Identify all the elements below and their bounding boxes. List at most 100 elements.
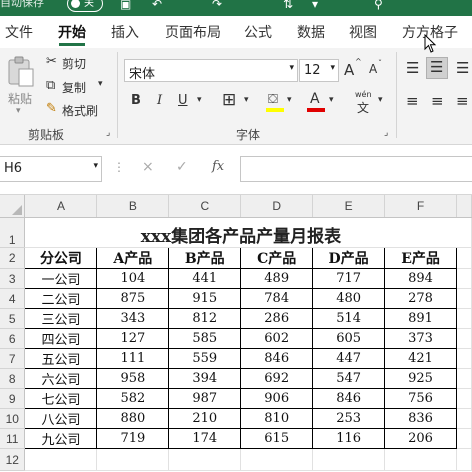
value-cell[interactable]: 489: [240, 268, 314, 289]
company-cell[interactable]: 八公司: [24, 408, 98, 429]
undo-icon[interactable]: ↶: [152, 0, 162, 11]
select-all-corner[interactable]: [0, 195, 26, 218]
cell[interactable]: [456, 268, 472, 289]
cell[interactable]: [456, 308, 472, 329]
shrink-font-button[interactable]: A: [369, 62, 377, 76]
value-cell[interactable]: 447: [312, 348, 386, 369]
row-header[interactable]: 12: [0, 448, 26, 471]
fill-color-dropdown-icon[interactable]: ▾: [287, 95, 292, 105]
row-header[interactable]: 3: [0, 268, 26, 289]
enter-icon[interactable]: ✓: [176, 159, 188, 175]
value-cell[interactable]: 894: [384, 268, 457, 289]
row-header[interactable]: 10: [0, 408, 26, 429]
header-cell[interactable]: A产品: [96, 247, 170, 269]
value-cell[interactable]: 286: [240, 308, 314, 329]
value-cell[interactable]: 846: [312, 388, 386, 409]
bold-button[interactable]: B: [131, 93, 141, 108]
value-cell[interactable]: 987: [168, 388, 242, 409]
copy-button[interactable]: 复制: [62, 79, 86, 96]
value-cell[interactable]: 880: [96, 408, 170, 429]
row-header[interactable]: 4: [0, 288, 26, 309]
cell[interactable]: [96, 448, 170, 471]
autosave-toggle[interactable]: 关: [67, 0, 103, 12]
value-cell[interactable]: 127: [96, 328, 170, 349]
cut-button[interactable]: 剪切: [62, 55, 86, 72]
underline-dropdown-icon[interactable]: ▾: [197, 95, 202, 105]
value-cell[interactable]: 836: [384, 408, 457, 429]
value-cell[interactable]: 547: [312, 368, 386, 389]
header-cell[interactable]: E产品: [384, 247, 457, 269]
value-cell[interactable]: 615: [240, 428, 314, 449]
row-header[interactable]: 1: [0, 217, 26, 248]
company-cell[interactable]: 五公司: [24, 348, 98, 369]
phonetic-guide-button[interactable]: wén: [355, 90, 372, 99]
row-header[interactable]: 9: [0, 388, 26, 409]
align-right-icon[interactable]: ≡: [456, 92, 469, 110]
cell[interactable]: [456, 448, 472, 471]
value-cell[interactable]: 602: [240, 328, 314, 349]
format-painter-button[interactable]: 格式刷: [62, 102, 98, 119]
italic-button[interactable]: I: [157, 93, 162, 108]
column-header-b[interactable]: B: [96, 195, 170, 218]
cell[interactable]: [456, 408, 472, 429]
tab-file[interactable]: 文件: [5, 22, 33, 42]
header-cell[interactable]: B产品: [168, 247, 242, 269]
font-color-dropdown-icon[interactable]: ▾: [329, 95, 334, 105]
align-middle-button[interactable]: ☰: [426, 57, 448, 79]
cell[interactable]: [456, 348, 472, 369]
paste-dropdown-icon[interactable]: ▾: [16, 106, 21, 116]
value-cell[interactable]: 278: [384, 288, 457, 309]
value-cell[interactable]: 480: [312, 288, 386, 309]
cell[interactable]: [456, 328, 472, 349]
column-header-d[interactable]: D: [240, 195, 314, 218]
insert-function-icon[interactable]: fx: [212, 159, 224, 174]
company-cell[interactable]: 七公司: [24, 388, 98, 409]
clipboard-launcher-icon[interactable]: ⌟: [106, 128, 110, 138]
customize-quick-access-icon[interactable]: ▾: [312, 0, 318, 11]
borders-icon[interactable]: ⊞: [222, 90, 236, 110]
cell[interactable]: [456, 428, 472, 449]
column-header-a[interactable]: A: [24, 195, 98, 218]
column-header-f[interactable]: F: [384, 195, 457, 218]
tab-page-layout[interactable]: 页面布局: [165, 22, 221, 42]
column-header-c[interactable]: C: [168, 195, 242, 218]
value-cell[interactable]: 875: [96, 288, 170, 309]
row-header[interactable]: 2: [0, 247, 26, 269]
font-color-icon[interactable]: A: [310, 91, 320, 107]
value-cell[interactable]: 441: [168, 268, 242, 289]
value-cell[interactable]: 582: [96, 388, 170, 409]
search-icon[interactable]: ⚲: [374, 0, 383, 11]
align-bottom-icon[interactable]: ☰: [456, 59, 469, 77]
value-cell[interactable]: 784: [240, 288, 314, 309]
cell[interactable]: [456, 217, 472, 248]
value-cell[interactable]: 421: [384, 348, 457, 369]
value-cell[interactable]: 756: [384, 388, 457, 409]
underline-button[interactable]: U: [178, 93, 188, 108]
name-box[interactable]: H6 ▾: [0, 156, 102, 182]
value-cell[interactable]: 559: [168, 348, 242, 369]
font-name-select[interactable]: 宋体 ▾: [124, 59, 298, 82]
paste-button[interactable]: 粘贴 ▾: [4, 52, 38, 116]
header-cell[interactable]: 分公司: [24, 247, 98, 269]
column-header-e[interactable]: E: [312, 195, 386, 218]
company-cell[interactable]: 一公司: [24, 268, 98, 289]
font-size-select[interactable]: 12 ▾: [299, 59, 339, 82]
phonetic-dropdown-icon[interactable]: ▾: [378, 95, 383, 105]
cell[interactable]: [456, 388, 472, 409]
cell[interactable]: [456, 368, 472, 389]
cell[interactable]: [456, 247, 472, 269]
value-cell[interactable]: 174: [168, 428, 242, 449]
value-cell[interactable]: 585: [168, 328, 242, 349]
value-cell[interactable]: 891: [384, 308, 457, 329]
row-header[interactable]: 8: [0, 368, 26, 389]
company-cell[interactable]: 六公司: [24, 368, 98, 389]
value-cell[interactable]: 373: [384, 328, 457, 349]
cell[interactable]: [456, 288, 472, 309]
value-cell[interactable]: 111: [96, 348, 170, 369]
value-cell[interactable]: 717: [312, 268, 386, 289]
row-header[interactable]: 5: [0, 308, 26, 329]
value-cell[interactable]: 210: [168, 408, 242, 429]
tab-view[interactable]: 视图: [349, 22, 377, 42]
tab-insert[interactable]: 插入: [111, 22, 139, 42]
value-cell[interactable]: 812: [168, 308, 242, 329]
